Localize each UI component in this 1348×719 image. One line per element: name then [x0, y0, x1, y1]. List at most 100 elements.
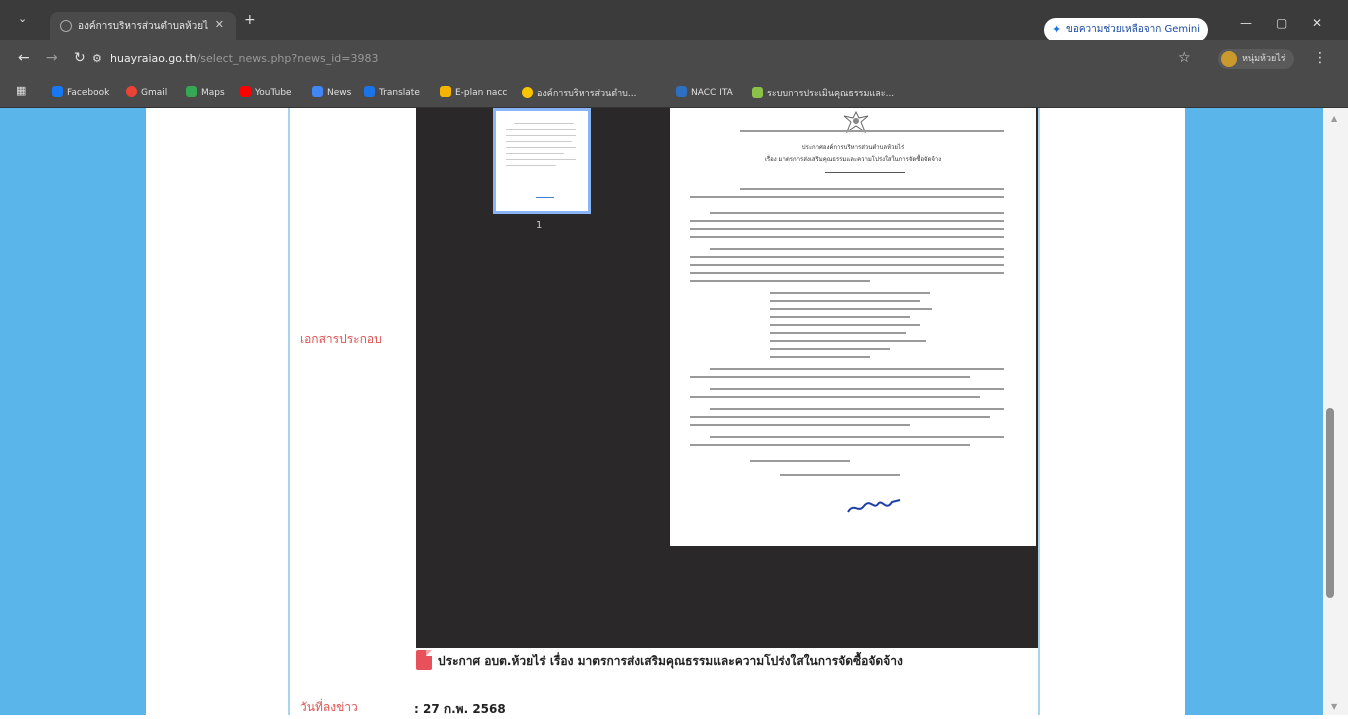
doc-text-line — [690, 424, 910, 426]
scrollbar-thumb[interactable] — [1326, 408, 1334, 598]
doc-text-line — [750, 460, 850, 462]
doc-text-line — [770, 324, 920, 326]
doc-text-line — [770, 356, 870, 358]
forward-icon[interactable]: → — [46, 50, 58, 66]
doc-text-line — [710, 368, 1004, 370]
doc-text-line — [770, 332, 906, 334]
maps-icon — [186, 86, 197, 97]
scroll-down-icon[interactable]: ▼ — [1331, 702, 1337, 711]
gemini-label: ขอความช่วยเหลือจาก Gemini — [1066, 24, 1201, 35]
doc-text-line — [770, 348, 890, 350]
ita-icon — [752, 87, 763, 98]
doc-text-line — [710, 212, 1004, 214]
close-window-icon[interactable]: ✕ — [1312, 16, 1322, 30]
bookmark-youtube[interactable]: YouTube — [240, 86, 292, 98]
doc-text-line — [690, 376, 970, 378]
url-host: huayraiao.go.th — [110, 52, 197, 65]
doc-text-line — [690, 396, 980, 398]
profile-button[interactable]: หนุ่มห้วยไร่ — [1218, 49, 1294, 69]
right-background — [1185, 108, 1323, 715]
doc-text-line — [710, 388, 1004, 390]
browser-titlebar: ⌄ องค์การบริหารส่วนตำบลห้วยไร่ ✕ + ✦ ขอค… — [0, 0, 1348, 42]
doc-title-rule — [825, 172, 905, 173]
doc-text-line — [770, 308, 932, 310]
bookmark-ita-system[interactable]: ระบบการประเมินคุณธรรมและ... — [752, 86, 894, 100]
maximize-icon[interactable]: ▢ — [1276, 16, 1287, 30]
tab-close-icon[interactable]: ✕ — [215, 18, 224, 31]
doc-text-line — [710, 436, 1004, 438]
bookmark-star-icon[interactable]: ☆ — [1178, 50, 1191, 66]
bookmark-news[interactable]: News — [312, 86, 351, 98]
news-date-value: : 27 ก.พ. 2568 — [414, 702, 506, 716]
doc-text-line — [740, 188, 1004, 190]
nacc-icon — [676, 86, 687, 97]
doc-text-line — [710, 408, 1004, 410]
pdf-viewer[interactable]: 1 ประกาศองค์การบริหารส่วนตำบลห้วยไร่ เรื… — [416, 108, 1038, 648]
new-tab-icon[interactable]: + — [244, 12, 256, 28]
scroll-up-icon[interactable]: ▲ — [1331, 114, 1337, 123]
youtube-icon — [240, 86, 251, 97]
translate-icon — [364, 86, 375, 97]
browser-tab[interactable]: องค์การบริหารส่วนตำบลห้วยไร่ ✕ — [50, 12, 236, 40]
doc-text-line — [780, 474, 900, 476]
doc-text-line — [710, 248, 1004, 250]
pdf-download-link[interactable]: ประกาศ อบต.ห้วยไร่ เรื่อง มาตรการส่งเสริ… — [438, 652, 903, 671]
doc-text-line — [770, 300, 920, 302]
tab-title: องค์การบริหารส่วนตำบลห้วยไร่ — [78, 21, 208, 32]
doc-text-line — [690, 196, 1004, 198]
doc-text-line — [770, 292, 930, 294]
profile-name: หนุ่มห้วยไร่ — [1242, 54, 1286, 64]
doc-title-line2: เรื่อง มาตรการส่งเสริมคุณธรรมและความโปร่… — [764, 156, 942, 163]
bookmark-facebook[interactable]: Facebook — [52, 86, 109, 98]
content-border-left — [288, 108, 290, 715]
signature — [847, 499, 901, 513]
sao-logo-icon — [522, 87, 533, 98]
news-icon — [312, 86, 323, 97]
bookmark-nacc-ita[interactable]: NACC ITA — [676, 86, 733, 98]
reload-icon[interactable]: ↻ — [74, 50, 86, 66]
doc-text-line — [690, 444, 970, 446]
bookmark-maps[interactable]: Maps — [186, 86, 225, 98]
doc-text-line — [690, 228, 1004, 230]
page-thumbnail[interactable] — [493, 108, 591, 214]
bookmark-gmail[interactable]: Gmail — [126, 86, 167, 98]
tab-search-icon[interactable]: ⌄ — [18, 12, 27, 25]
tab-favicon-icon — [60, 20, 72, 32]
site-info-icon[interactable]: ⚙ — [92, 52, 102, 65]
doc-text-line — [690, 416, 990, 418]
attachment-label: เอกสารประกอบ — [300, 332, 382, 346]
minimize-icon[interactable]: — — [1240, 16, 1252, 30]
doc-text-line — [740, 130, 1004, 132]
menu-kebab-icon[interactable]: ⋮ — [1313, 50, 1327, 66]
bookmarks-bar: ▦ Facebook Gmail Maps YouTube News Trans… — [0, 78, 1348, 108]
gmail-icon — [126, 86, 137, 97]
news-date-label: วันที่ลงข่าว — [300, 700, 358, 714]
avatar — [1221, 51, 1237, 67]
bookmark-translate[interactable]: Translate — [364, 86, 420, 98]
doc-text-line — [690, 256, 1004, 258]
url-field[interactable]: huayraiao.go.th/select_news.php?news_id=… — [110, 52, 378, 65]
doc-text-line — [690, 236, 1004, 238]
apps-grid-icon[interactable]: ▦ — [16, 84, 26, 97]
bookmark-sao[interactable]: องค์การบริหารส่วนตำบ... — [522, 86, 636, 100]
document-page: ประกาศองค์การบริหารส่วนตำบลห้วยไร่ เรื่อ… — [670, 108, 1036, 546]
back-icon[interactable]: ← — [18, 50, 30, 66]
page-viewport: เอกสารประกอบ 1 ประกาศองค์การบริหารส่วนตำ… — [0, 108, 1348, 716]
pdf-file-icon[interactable] — [416, 650, 432, 670]
address-bar-row: ← → ↻ ⚙ huayraiao.go.th/select_news.php?… — [0, 40, 1348, 78]
url-path: /select_news.php?news_id=3983 — [196, 52, 379, 65]
doc-text-line — [690, 220, 1004, 222]
doc-title-line1: ประกาศองค์การบริหารส่วนตำบลห้วยไร่ — [801, 144, 905, 151]
eplan-icon — [440, 86, 451, 97]
doc-text-line — [770, 340, 926, 342]
left-background — [0, 108, 146, 715]
facebook-icon — [52, 86, 63, 97]
doc-text-line — [690, 272, 1004, 274]
doc-text-line — [690, 280, 870, 282]
bookmark-eplan[interactable]: E-plan nacc — [440, 86, 507, 98]
content-border-right — [1038, 108, 1040, 715]
doc-text-line — [770, 316, 910, 318]
gemini-button[interactable]: ✦ ขอความช่วยเหลือจาก Gemini — [1044, 18, 1208, 42]
gemini-icon: ✦ — [1052, 23, 1062, 36]
thumbnail-page-number: 1 — [536, 220, 543, 231]
